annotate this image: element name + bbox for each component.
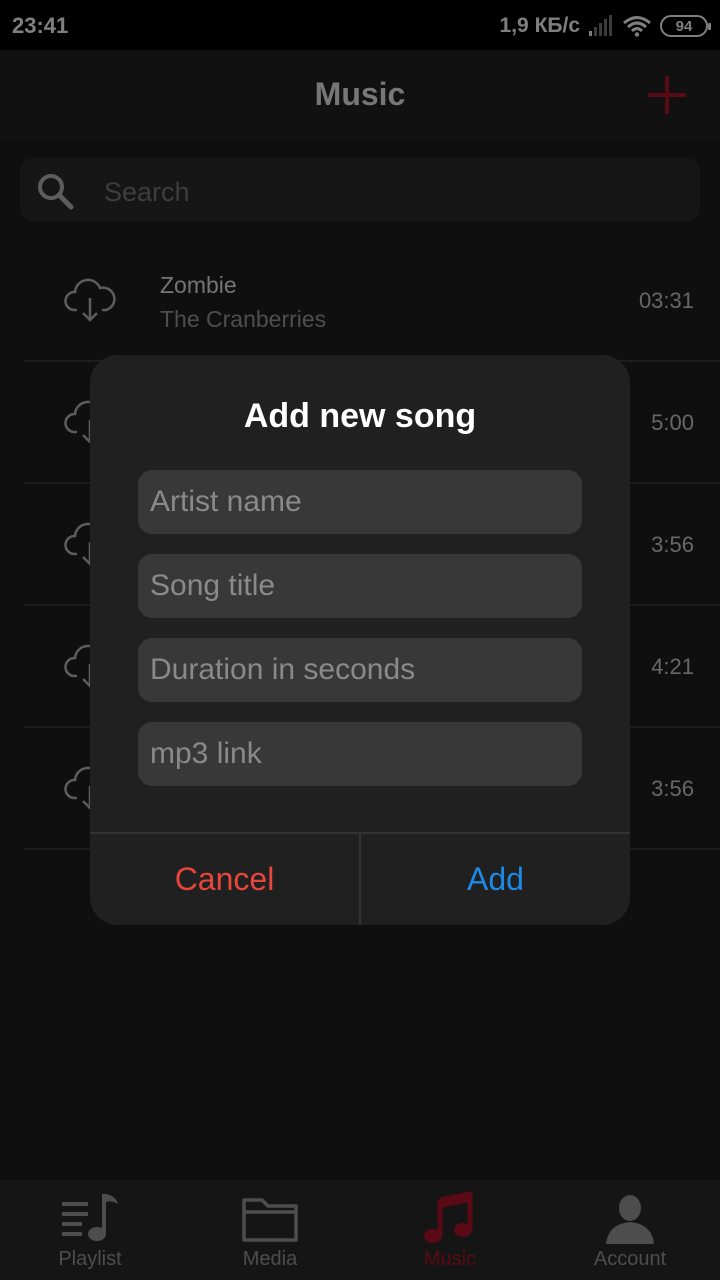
artist-name-input[interactable] — [138, 470, 582, 534]
add-button[interactable]: Add — [361, 834, 630, 925]
song-title-input[interactable] — [138, 554, 582, 618]
mp3-link-input[interactable] — [138, 722, 582, 786]
dialog-title: Add new song — [243, 397, 477, 435]
cancel-button[interactable]: Cancel — [90, 834, 359, 925]
add-song-dialog: Add new song Cancel Add — [90, 355, 630, 925]
duration-input[interactable] — [138, 638, 582, 702]
